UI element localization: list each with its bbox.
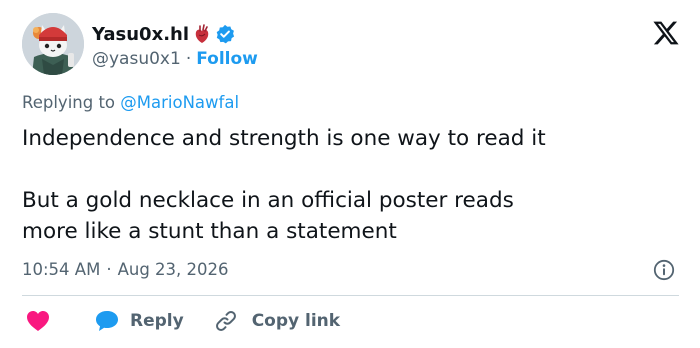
- tweet-header: Yasu0x.hl @yasu0x1 · Follow: [22, 13, 682, 83]
- cat-avatar-image: [22, 13, 84, 75]
- follow-button[interactable]: Follow: [196, 49, 258, 69]
- replying-to: Replying to @MarioNawfal: [22, 93, 239, 112]
- x-logo-icon[interactable]: [652, 19, 680, 47]
- link-icon: [215, 311, 236, 331]
- reply-button[interactable]: Reply: [94, 309, 184, 333]
- divider: [22, 295, 679, 296]
- tweet-line: But a gold necklace in an official poste…: [22, 188, 514, 213]
- tweet-time: 10:54 AM: [22, 259, 101, 279]
- tweet-line: Independence and strength is one way to …: [22, 126, 546, 151]
- name-row: Yasu0x.hl: [92, 21, 235, 47]
- display-name[interactable]: Yasu0x.hl: [92, 24, 189, 45]
- anatomical-heart-icon: [194, 24, 210, 44]
- tweet-date: Aug 23, 2026: [117, 259, 229, 279]
- verified-badge-icon: [215, 24, 235, 44]
- handle-row: @yasu0x1 · Follow: [92, 47, 258, 71]
- speech-bubble-icon: [96, 311, 118, 331]
- heart-icon: [27, 311, 49, 331]
- copy-link-label: Copy link: [251, 311, 341, 331]
- replying-prefix: Replying to: [22, 93, 116, 112]
- action-bar: Reply Copy link: [22, 306, 340, 336]
- info-icon[interactable]: [653, 259, 675, 281]
- separator-dot: ·: [185, 49, 192, 69]
- reply-mention-link[interactable]: @MarioNawfal: [120, 93, 239, 112]
- avatar[interactable]: [22, 13, 84, 75]
- like-button[interactable]: [26, 310, 50, 332]
- reply-label: Reply: [130, 311, 184, 331]
- tweet-timestamp[interactable]: 10:54 AM · Aug 23, 2026: [22, 256, 229, 282]
- tweet-line: more like a stunt than a statement: [22, 219, 397, 244]
- user-handle[interactable]: @yasu0x1: [92, 49, 181, 69]
- tweet-text: Independence and strength is one way to …: [22, 123, 672, 247]
- separator-dot: ·: [106, 259, 112, 279]
- copy-link-button[interactable]: Copy link: [214, 309, 340, 333]
